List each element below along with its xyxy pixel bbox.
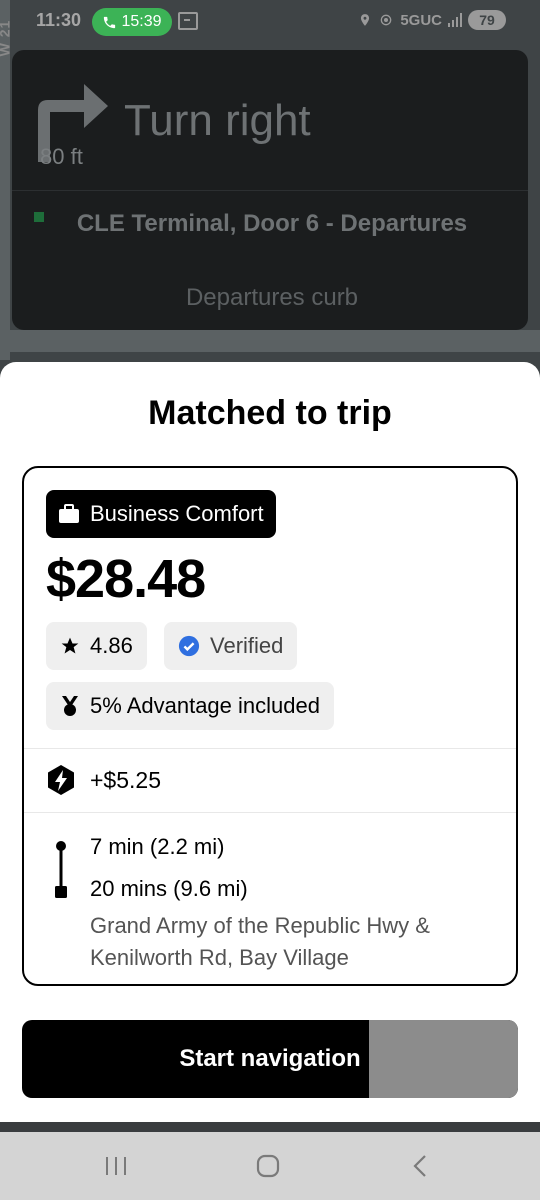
surge-bolt-icon bbox=[48, 765, 74, 795]
cast-icon bbox=[178, 12, 198, 30]
route-line-icon bbox=[55, 841, 67, 898]
product-badge: Business Comfort bbox=[46, 490, 276, 538]
destination-title: CLE Terminal, Door 6 - Departures bbox=[76, 210, 468, 237]
navigation-card[interactable]: 80 ft Turn right CLE Terminal, Door 6 - … bbox=[12, 50, 528, 330]
verified-badge-icon bbox=[178, 635, 200, 657]
briefcase-icon bbox=[59, 504, 79, 523]
battery-indicator: 79 bbox=[468, 10, 506, 30]
surge-amount: +$5.25 bbox=[90, 766, 161, 793]
location-icon bbox=[361, 14, 370, 26]
battery-level: 79 bbox=[479, 12, 495, 28]
divider bbox=[24, 812, 516, 813]
verified-chip: Verified bbox=[164, 622, 298, 670]
phone-icon bbox=[104, 16, 116, 28]
pickup-eta: 7 min (2.2 mi) bbox=[90, 834, 225, 859]
network-type: 5GUC bbox=[400, 11, 442, 29]
call-duration: 15:39 bbox=[121, 13, 162, 30]
advantage-label: 5% Advantage included bbox=[90, 693, 320, 718]
divider bbox=[24, 748, 516, 749]
signal-icon bbox=[448, 13, 462, 27]
status-time: 11:30 bbox=[36, 10, 82, 30]
map-road bbox=[0, 330, 540, 352]
medal-icon bbox=[62, 696, 78, 716]
hotspot-icon bbox=[380, 14, 392, 26]
trip-eta: 20 mins (9.6 mi) bbox=[90, 876, 248, 901]
status-icons: 5GUC 79 bbox=[358, 10, 506, 30]
status-bar: 11:30 15:39 5GUC 79 bbox=[0, 0, 540, 44]
divider bbox=[12, 190, 528, 191]
recents-button[interactable] bbox=[86, 1132, 146, 1200]
surge-row: +$5.25 bbox=[46, 764, 161, 796]
dropoff-address: Grand Army of the Republic Hwy & Kenilwo… bbox=[90, 913, 430, 970]
fare-amount: $28.48 bbox=[46, 549, 206, 609]
rating-value: 4.86 bbox=[90, 633, 133, 658]
verified-label: Verified bbox=[210, 633, 284, 658]
start-navigation-label: Start navigation bbox=[179, 1045, 361, 1072]
destination-subtitle: Departures curb bbox=[185, 284, 359, 311]
rating-chip: 4.86 bbox=[46, 622, 147, 670]
recents-icon bbox=[106, 1157, 126, 1175]
destination-marker-icon bbox=[34, 212, 44, 222]
start-navigation-button[interactable]: Start navigation bbox=[22, 1020, 518, 1098]
back-icon bbox=[413, 1155, 426, 1177]
system-navigation-bar bbox=[0, 1132, 540, 1200]
home-icon bbox=[256, 1154, 280, 1178]
turn-distance: 80 ft bbox=[40, 144, 83, 169]
advantage-chip: 5% Advantage included bbox=[46, 682, 334, 730]
maneuver-text: Turn right bbox=[124, 96, 311, 145]
star-icon bbox=[61, 637, 79, 654]
trip-offer-sheet: Matched to trip Business Comfort $28.48 … bbox=[0, 362, 540, 1122]
sheet-title: Matched to trip bbox=[148, 394, 392, 432]
trip-details-card[interactable]: Business Comfort $28.48 4.86 Verified 5%… bbox=[22, 466, 518, 986]
ongoing-call-pill[interactable]: 15:39 bbox=[92, 8, 172, 36]
back-button[interactable] bbox=[390, 1132, 450, 1200]
product-name: Business Comfort bbox=[90, 501, 264, 526]
home-button[interactable] bbox=[238, 1132, 298, 1200]
